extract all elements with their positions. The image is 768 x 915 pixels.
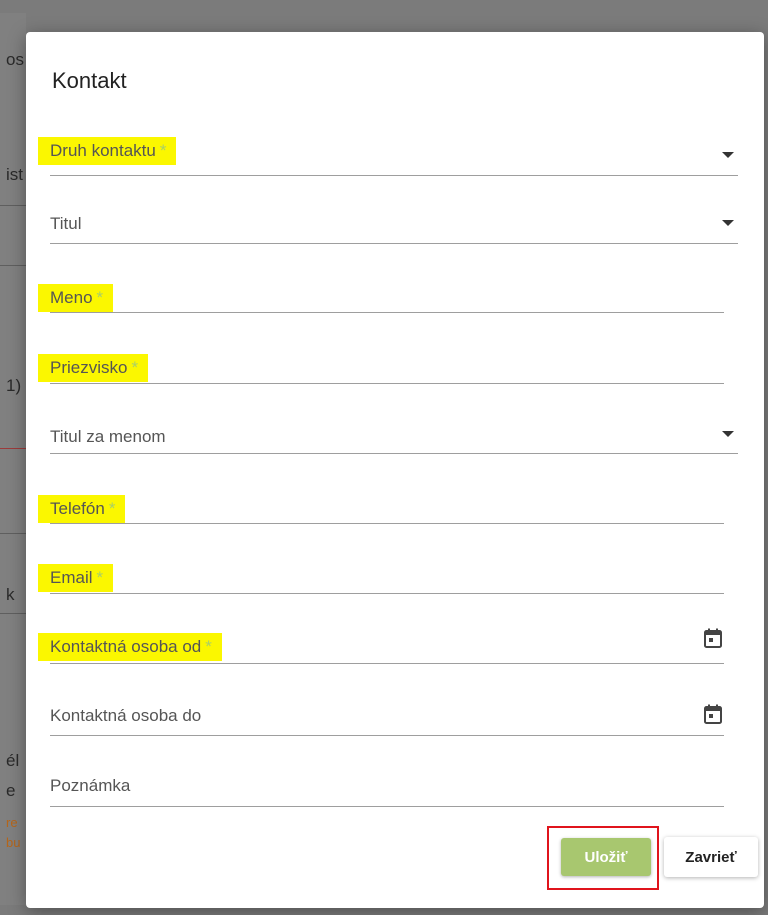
- background-text: os: [6, 50, 24, 69]
- phone-field[interactable]: Telefón *: [38, 482, 724, 524]
- background-divider: [0, 533, 26, 534]
- last-name-label: Priezvisko *: [38, 354, 149, 382]
- chevron-down-icon: [722, 152, 734, 158]
- contact-from-date-field[interactable]: Kontaktná osoba od *: [38, 622, 724, 664]
- contact-dialog: Kontakt Druh kontaktu * Titul Meno * Priez…: [26, 32, 764, 908]
- chevron-down-icon: [722, 220, 734, 226]
- field-underline: [50, 243, 738, 244]
- close-button[interactable]: Zavrieť: [664, 837, 758, 877]
- phone-label: Telefón *: [38, 495, 126, 523]
- title-after-name-select[interactable]: Titul za menom: [50, 410, 738, 454]
- background-text: k: [6, 585, 15, 604]
- note-field[interactable]: Poznámka: [50, 762, 724, 807]
- title-label: Titul: [50, 214, 82, 233]
- background-text: él: [6, 751, 20, 770]
- background-divider: [0, 205, 26, 206]
- first-name-label: Meno *: [38, 284, 114, 312]
- dialog-title: Kontakt: [52, 68, 127, 93]
- note-label: Poznámka: [50, 776, 131, 795]
- field-underline: [50, 453, 738, 454]
- background-divider: [0, 448, 26, 449]
- email-label: Email *: [38, 564, 114, 592]
- field-underline: [50, 175, 738, 176]
- field-underline: [50, 735, 724, 736]
- last-name-field[interactable]: Priezvisko *: [38, 342, 724, 384]
- background-text: re: [6, 815, 18, 830]
- background-page: os ist 1) k él e re bu: [0, 13, 26, 905]
- field-underline: [50, 806, 724, 807]
- email-field[interactable]: Email *: [38, 552, 724, 594]
- background-divider: [0, 613, 26, 614]
- contact-type-select[interactable]: Druh kontaktu *: [38, 132, 738, 176]
- background-text: e: [6, 781, 16, 800]
- contact-to-date-field[interactable]: Kontaktná osoba do: [50, 690, 724, 736]
- contact-from-label: Kontaktná osoba od *: [38, 633, 222, 661]
- field-underline: [50, 593, 724, 594]
- contact-to-label: Kontaktná osoba do: [50, 706, 202, 725]
- first-name-field[interactable]: Meno *: [38, 272, 724, 313]
- field-underline: [50, 663, 724, 664]
- background-text: ist: [6, 165, 23, 184]
- title-select[interactable]: Titul: [50, 200, 738, 244]
- background-text: bu: [6, 835, 21, 850]
- field-underline: [50, 312, 724, 313]
- background-divider: [0, 265, 26, 266]
- calendar-icon[interactable]: [704, 628, 722, 648]
- field-underline: [50, 383, 724, 384]
- chevron-down-icon: [722, 431, 734, 437]
- calendar-icon[interactable]: [704, 704, 722, 724]
- contact-type-label: Druh kontaktu *: [38, 137, 177, 165]
- field-underline: [50, 523, 724, 524]
- save-button-highlight-outline: [547, 826, 659, 890]
- background-text: 1): [6, 376, 22, 395]
- title-after-name-label: Titul za menom: [50, 427, 166, 446]
